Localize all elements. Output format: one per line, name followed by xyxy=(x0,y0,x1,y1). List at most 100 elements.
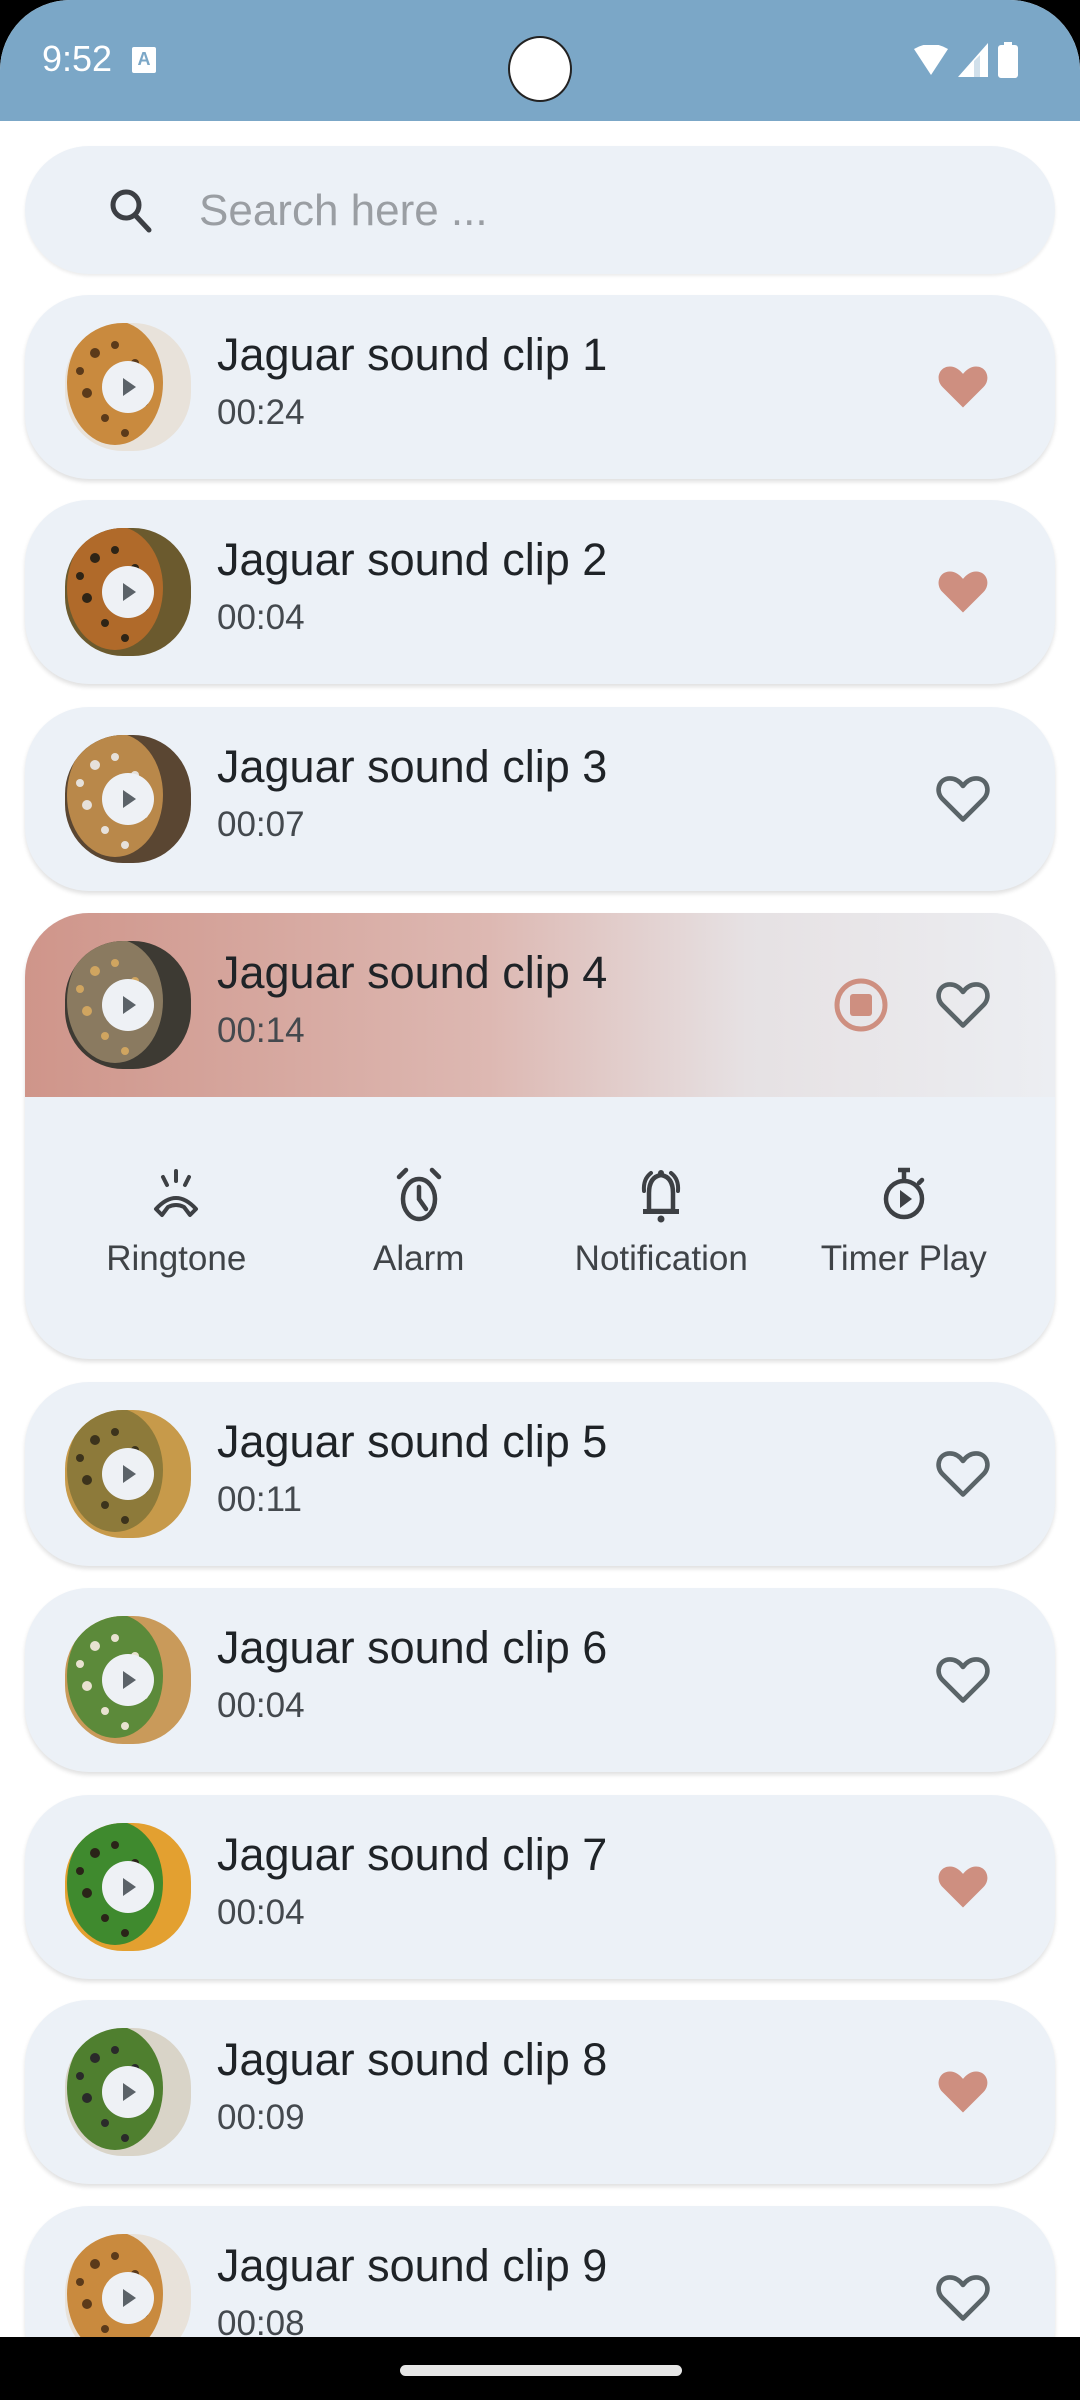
set-as-timer-play-button[interactable]: Timer Play xyxy=(789,1097,1019,1359)
clip-thumbnail[interactable] xyxy=(65,2028,191,2156)
heart-outline-icon xyxy=(936,1451,990,1497)
clip-card[interactable]: Jaguar sound clip 5 00:11 xyxy=(25,1382,1055,1566)
clip-card[interactable]: Jaguar sound clip 2 00:04 xyxy=(25,500,1055,684)
clip-thumbnail[interactable] xyxy=(65,528,191,656)
heart-filled-icon xyxy=(938,1866,988,1908)
signal-icon xyxy=(958,43,988,77)
clip-card-header[interactable]: Jaguar sound clip 2 00:04 xyxy=(25,500,1055,684)
clip-card[interactable]: Jaguar sound clip 3 00:07 xyxy=(25,707,1055,891)
clip-duration: 00:08 xyxy=(217,2304,305,2337)
stop-button[interactable] xyxy=(833,977,889,1033)
favorite-button[interactable] xyxy=(933,1650,993,1710)
play-button[interactable] xyxy=(102,1654,154,1706)
clip-thumbnail[interactable] xyxy=(65,2234,191,2337)
heart-outline-icon xyxy=(936,776,990,822)
clip-thumbnail[interactable] xyxy=(65,1410,191,1538)
action-label: Notification xyxy=(574,1239,748,1278)
clip-thumbnail[interactable] xyxy=(65,1616,191,1744)
set-as-alarm-button[interactable]: Alarm xyxy=(304,1097,534,1359)
play-button[interactable] xyxy=(102,2066,154,2118)
clip-card-header[interactable]: Jaguar sound clip 8 00:09 xyxy=(25,2000,1055,2184)
favorite-button[interactable] xyxy=(933,357,993,417)
play-icon xyxy=(123,996,136,1014)
play-button[interactable] xyxy=(102,773,154,825)
play-button[interactable] xyxy=(102,361,154,413)
set-as-notification-button[interactable]: Notification xyxy=(546,1097,776,1359)
clip-duration: 00:24 xyxy=(217,393,305,432)
favorite-button[interactable] xyxy=(933,2062,993,2122)
camera-cutout xyxy=(508,36,572,102)
favorite-button[interactable] xyxy=(933,1857,993,1917)
clip-thumbnail[interactable] xyxy=(65,941,191,1069)
play-icon xyxy=(123,583,136,601)
favorite-button[interactable] xyxy=(933,2268,993,2328)
clip-title: Jaguar sound clip 9 xyxy=(217,2240,608,2291)
search-bar[interactable] xyxy=(25,146,1055,274)
clip-card-header[interactable]: Jaguar sound clip 6 00:04 xyxy=(25,1588,1055,1772)
action-label: Timer Play xyxy=(820,1239,987,1278)
clip-card[interactable]: Jaguar sound clip 4 00:14 Ringtone Alarm… xyxy=(25,913,1055,1359)
clip-title: Jaguar sound clip 7 xyxy=(217,1829,608,1880)
clip-card-header[interactable]: Jaguar sound clip 7 00:04 xyxy=(25,1795,1055,1979)
clip-card[interactable]: Jaguar sound clip 8 00:09 xyxy=(25,2000,1055,2184)
clip-card-header[interactable]: Jaguar sound clip 9 00:08 xyxy=(25,2206,1055,2337)
play-button[interactable] xyxy=(102,2272,154,2324)
clip-title: Jaguar sound clip 4 xyxy=(217,947,608,998)
clip-actions-panel: Ringtone Alarm Notification Timer Play xyxy=(25,1097,1055,1359)
heart-filled-icon xyxy=(938,366,988,408)
heart-filled-icon xyxy=(938,571,988,613)
play-button[interactable] xyxy=(102,1861,154,1913)
clip-title: Jaguar sound clip 5 xyxy=(217,1416,608,1467)
clip-card-header[interactable]: Jaguar sound clip 1 00:24 xyxy=(25,295,1055,479)
clip-duration: 00:14 xyxy=(217,1011,305,1050)
status-time: 9:52 xyxy=(42,38,113,79)
clip-title: Jaguar sound clip 3 xyxy=(217,741,608,792)
clip-thumbnail[interactable] xyxy=(65,735,191,863)
alarm-icon xyxy=(396,1167,441,1222)
clip-duration: 00:09 xyxy=(217,2098,305,2137)
favorite-button[interactable] xyxy=(933,769,993,829)
play-icon xyxy=(123,378,136,396)
clip-title: Jaguar sound clip 2 xyxy=(217,534,608,585)
play-button[interactable] xyxy=(102,566,154,618)
play-button[interactable] xyxy=(102,979,154,1031)
clip-duration: 00:04 xyxy=(217,1686,305,1725)
home-gesture-handle[interactable] xyxy=(400,2365,682,2376)
play-icon xyxy=(123,1671,136,1689)
search-input[interactable] xyxy=(197,176,1021,246)
clip-title: Jaguar sound clip 1 xyxy=(217,329,608,380)
clip-card-header[interactable]: Jaguar sound clip 4 00:14 xyxy=(25,913,1055,1097)
clip-card[interactable]: Jaguar sound clip 6 00:04 xyxy=(25,1588,1055,1772)
heart-outline-icon xyxy=(936,1657,990,1703)
play-button[interactable] xyxy=(102,1448,154,1500)
favorite-button[interactable] xyxy=(933,975,993,1035)
clip-duration: 00:04 xyxy=(217,598,305,637)
clip-card[interactable]: Jaguar sound clip 7 00:04 xyxy=(25,1795,1055,1979)
clip-duration: 00:07 xyxy=(217,805,305,844)
clip-thumbnail[interactable] xyxy=(65,323,191,451)
clip-duration: 00:11 xyxy=(217,1480,302,1519)
battery-icon xyxy=(998,42,1018,78)
clip-thumbnail[interactable] xyxy=(65,1823,191,1951)
status-icons xyxy=(914,42,1018,78)
status-bar: 9:52 A xyxy=(0,0,1080,121)
clip-card[interactable]: Jaguar sound clip 1 00:24 xyxy=(25,295,1055,479)
app-screen: 9:52 A Search here ... Jaguar sound clip… xyxy=(0,0,1080,2337)
heart-outline-icon xyxy=(936,982,990,1028)
action-label: Alarm xyxy=(373,1239,465,1278)
play-icon xyxy=(123,1465,136,1483)
play-icon xyxy=(123,790,136,808)
timer-play-icon xyxy=(883,1167,924,1220)
clip-card[interactable]: Jaguar sound clip 9 00:08 xyxy=(25,2206,1055,2337)
favorite-button[interactable] xyxy=(933,1444,993,1504)
set-as-ringtone-button[interactable]: Ringtone xyxy=(61,1097,291,1359)
wifi-icon xyxy=(914,45,948,75)
heart-filled-icon xyxy=(938,2071,988,2113)
action-label: Ringtone xyxy=(106,1239,247,1278)
play-icon xyxy=(123,2289,136,2307)
play-icon xyxy=(123,1878,136,1896)
clip-card-header[interactable]: Jaguar sound clip 5 00:11 xyxy=(25,1382,1055,1566)
clip-card-header[interactable]: Jaguar sound clip 3 00:07 xyxy=(25,707,1055,891)
favorite-button[interactable] xyxy=(933,562,993,622)
ringtone-icon xyxy=(154,1169,199,1217)
